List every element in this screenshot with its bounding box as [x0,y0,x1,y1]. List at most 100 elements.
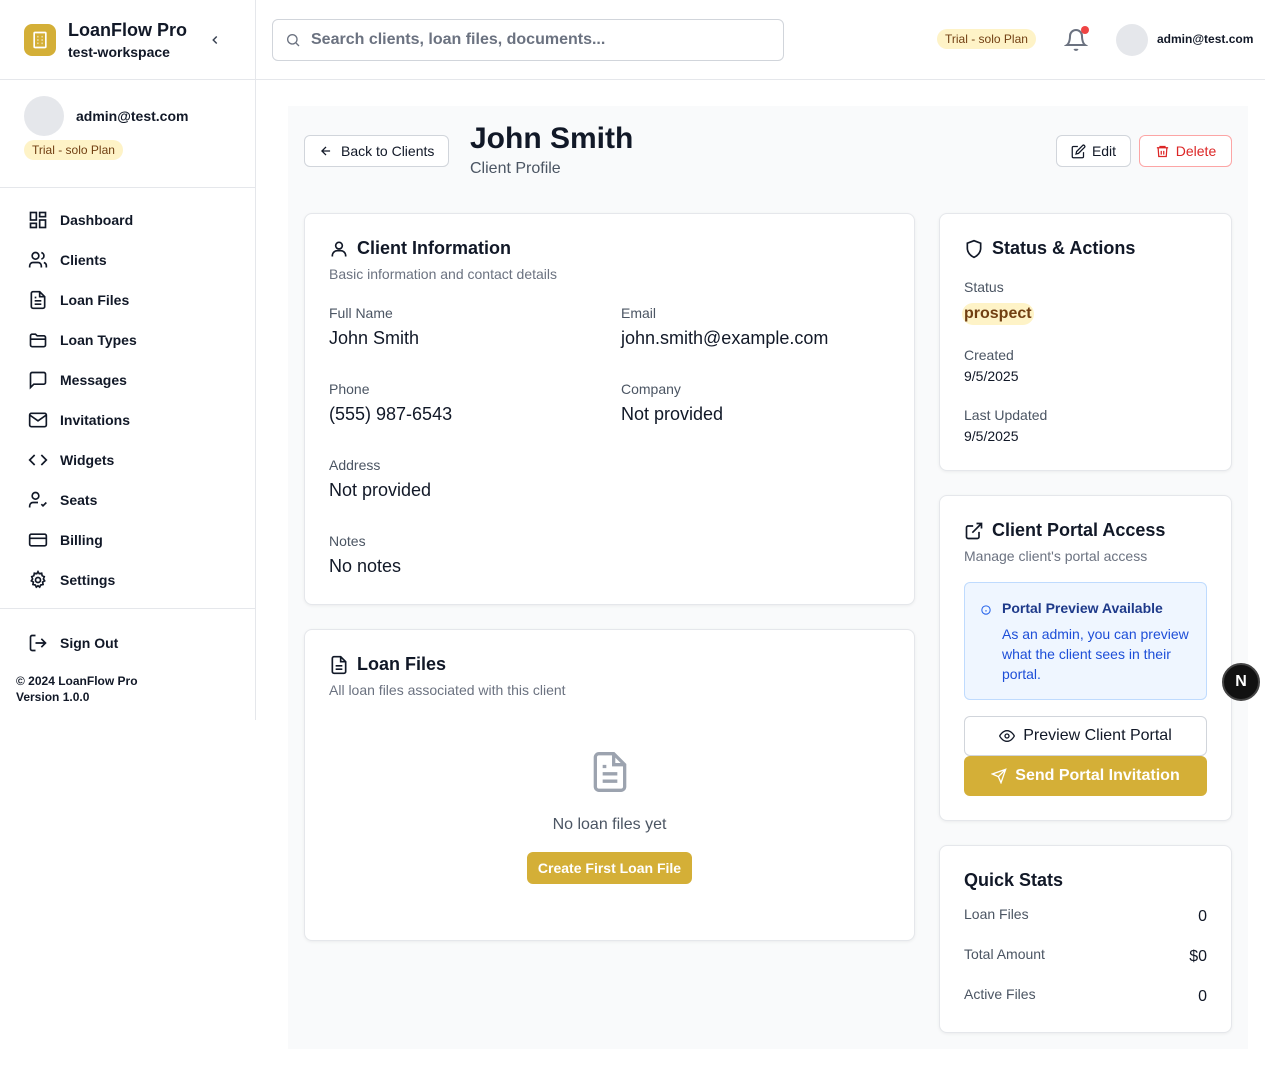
sidebar-item-invitations[interactable]: Invitations [0,400,255,440]
main-content: Back to Clients John Smith Client Profil… [288,106,1248,1049]
created-label: Created [964,347,1014,363]
stat-value: 0 [1198,908,1207,925]
sidebar: LoanFlow Pro test-workspace admin@test.c… [0,0,256,720]
sidebar-item-dashboard[interactable]: Dashboard [0,200,255,240]
plan-badge: Trial - solo Plan [937,29,1036,49]
field-label: Address [329,457,381,473]
updated-value: 9/5/2025 [964,428,1019,444]
send-label: Send Portal Invitation [1015,767,1180,784]
arrow-left-icon [321,146,331,156]
stat-value: $0 [1189,948,1207,965]
stat-label: Loan Files [964,906,1029,922]
delete-button[interactable]: Delete [1139,135,1232,167]
full-name-value: John Smith [329,328,420,348]
dashboard-icon [29,211,47,229]
users-icon [28,251,48,268]
back-to-clients-button[interactable]: Back to Clients [304,135,450,167]
shield-icon [966,239,982,258]
empty-state-text: No loan files yet [552,816,667,833]
gear-icon [30,570,46,589]
collapse-sidebar-button[interactable] [205,30,225,50]
notification-dot [1081,26,1089,34]
sidebar-footer: © 2024 LoanFlow Pro Version 1.0.0 [0,673,255,705]
field-label: Email [621,305,657,321]
workspace-name: test-workspace [68,44,170,60]
building-icon [24,23,56,56]
sidebar-nav: Dashboard Clients Loan Files Loan Types … [0,188,255,609]
user-icon [331,241,347,256]
page-title: John Smith [470,122,634,155]
credit-card-icon [28,533,48,547]
sidebar-item-label: Seats [60,492,98,508]
sidebar-item-label: Clients [60,252,107,268]
sidebar-item-clients[interactable]: Clients [0,240,255,280]
sidebar-item-loan-files[interactable]: Loan Files [0,280,255,320]
send-icon [991,768,1008,784]
dev-tools-badge[interactable]: N [1222,663,1260,701]
sidebar-item-seats[interactable]: Seats [0,480,255,520]
info-title: Portal Preview Available [1002,600,1163,616]
brand-title: LoanFlow Pro [68,20,187,40]
trash-icon [1156,145,1168,157]
status-badge: prospect [962,303,1034,325]
edit-icon [1071,144,1086,158]
card-title: Loan Files [329,654,446,675]
updated-label: Last Updated [964,407,1048,423]
user-check-icon [28,491,47,508]
field-label: Notes [329,533,366,549]
sidebar-item-label: Loan Files [60,292,130,308]
client-info-card: Client Information Basic information and… [304,213,915,605]
card-title: Client Information [329,238,511,259]
delete-label: Delete [1175,143,1217,159]
portal-info-box: Portal Preview Available As an admin, yo… [964,582,1207,700]
file-icon [30,290,46,310]
sidebar-item-label: Billing [60,532,103,548]
preview-portal-button[interactable]: Preview Client Portal [964,716,1207,756]
card-description: All loan files associated with this clie… [329,682,566,698]
sidebar-item-settings[interactable]: Settings [0,560,255,600]
sidebar-item-label: Messages [60,372,127,388]
user-email[interactable]: admin@test.com [1157,32,1253,46]
copyright: © 2024 LoanFlow Pro [16,674,138,688]
phone-value: (555) 987-6543 [329,404,453,424]
search-input[interactable] [311,31,771,49]
edit-label: Edit [1091,143,1117,159]
avatar [24,96,64,136]
stat-value: 0 [1198,988,1207,1005]
card-title: Quick Stats [964,870,1064,890]
info-icon [981,605,991,615]
search-icon [287,34,300,47]
card-title: Client Portal Access [964,520,1165,541]
sidebar-item-widgets[interactable]: Widgets [0,440,255,480]
sign-out-button[interactable]: Sign Out [0,623,255,663]
brand-header: LoanFlow Pro test-workspace [0,0,255,80]
sidebar-item-label: Widgets [60,452,115,468]
avatar[interactable] [1116,24,1148,56]
field-label: Company [621,381,681,397]
notes-value: No notes [329,556,402,576]
message-icon [29,371,47,390]
plan-badge: Trial - solo Plan [24,140,123,160]
topbar: Trial - solo Plan admin@test.com [256,0,1265,80]
info-text: As an admin, you can preview what the cl… [1002,626,1189,682]
status-label: Status [964,279,1004,295]
stat-label: Total Amount [964,946,1045,962]
email-value: john.smith@example.com [621,328,829,348]
sidebar-item-messages[interactable]: Messages [0,360,255,400]
create-loan-file-button[interactable]: Create First Loan File [527,852,692,884]
search-bar [272,19,784,61]
page-subtitle: Client Profile [470,160,561,177]
portal-card: Client Portal Access Manage client's por… [939,495,1232,821]
sidebar-item-billing[interactable]: Billing [0,520,255,560]
card-title: Status & Actions [964,238,1135,259]
created-value: 9/5/2025 [964,368,1019,384]
address-value: Not provided [329,480,432,500]
card-description: Basic information and contact details [329,266,558,282]
edit-button[interactable]: Edit [1056,135,1131,167]
version: Version 1.0.0 [16,690,90,704]
send-invitation-button[interactable]: Send Portal Invitation [964,756,1207,796]
field-label: Phone [329,381,370,397]
sidebar-item-loan-types[interactable]: Loan Types [0,320,255,360]
company-value: Not provided [621,404,724,424]
card-description: Manage client's portal access [964,548,1148,564]
